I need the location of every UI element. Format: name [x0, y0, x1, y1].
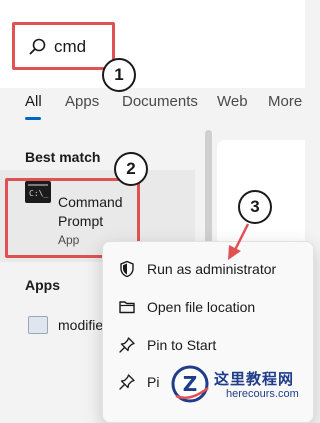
watermark-url: herecours.com: [226, 388, 299, 400]
callout-1: 1: [102, 58, 136, 92]
callout-2: 2: [114, 152, 148, 186]
svg-text:Z: Z: [183, 372, 198, 396]
callout-3: 3: [238, 190, 272, 224]
watermark-title: 这里教程网: [214, 370, 295, 388]
watermark-logo-icon: Z: [171, 365, 209, 403]
